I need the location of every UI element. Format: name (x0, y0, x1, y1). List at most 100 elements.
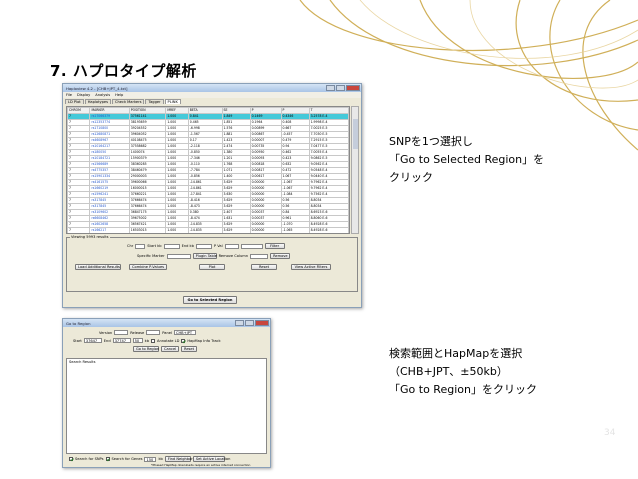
combine-pvalues-button[interactable]: Combine P-Values (129, 264, 167, 270)
chr-input[interactable] (135, 243, 146, 249)
menu-help[interactable]: Help (115, 93, 123, 97)
start-input[interactable] (163, 243, 180, 249)
filter-row-1: Chr Start kb End kb P Val Filter (127, 243, 285, 249)
table-cell: -0.880 (281, 234, 309, 235)
remove-button[interactable]: Remove (270, 253, 291, 259)
minimize-icon[interactable] (235, 320, 244, 326)
start-label: Start (73, 338, 82, 343)
filter-row-2: Specific Marker Plugin Table Remove Colu… (137, 253, 291, 259)
end-label: End (103, 338, 111, 343)
scrollbar-thumb[interactable] (353, 119, 358, 149)
slide-title: 7. ハプロタイプ解析 (50, 62, 197, 80)
search-genes-label: Search for Genes (111, 457, 143, 461)
load-results-button[interactable]: Load Additional Results (75, 264, 121, 270)
dialog-controls (235, 320, 269, 326)
close-icon[interactable] (255, 320, 269, 326)
tab-ld-plot[interactable]: LD Plot (65, 99, 84, 104)
dialog-titlebar[interactable]: Go to Region (63, 319, 270, 327)
minimize-icon[interactable] (326, 85, 335, 91)
dialog-footnote-row: *Phased HapMap downloads require an acti… (151, 463, 250, 467)
end-label: End kb (181, 244, 194, 248)
search-range-unit: kb (158, 457, 163, 461)
panel-select[interactable]: CHB+JPT (173, 330, 196, 335)
tab-haplotypes[interactable]: Haplotypes (84, 99, 111, 104)
plugin-table-button[interactable]: Plugin Table (192, 253, 217, 259)
annotate-ld-checkbox[interactable] (151, 338, 155, 343)
callout-line: 検索範囲とHapMapを選択 (389, 347, 523, 360)
maximize-icon[interactable] (245, 320, 254, 326)
table-cell: 1.629 (222, 234, 250, 235)
filter-legend: Viewing 5993 results (70, 235, 110, 239)
remove-column-select[interactable] (250, 253, 269, 259)
plot-button[interactable]: Plot (199, 264, 225, 270)
menu-file[interactable]: File (66, 93, 72, 97)
table-cell: 0.00001 (250, 234, 281, 235)
remove-column-label: Remove Column (218, 254, 249, 258)
pval-select[interactable] (224, 243, 239, 249)
release-label: Release (130, 330, 145, 335)
dialog-row-3: Go to Region Cancel Reset (133, 346, 197, 352)
close-icon[interactable] (346, 85, 360, 91)
pval-input[interactable] (240, 243, 263, 249)
find-neighbors-button[interactable]: Find Neighbors (164, 456, 195, 462)
hapmap-track-checkbox[interactable] (181, 338, 186, 343)
window-titlebar[interactable]: Haploview 4.2 - [CHB+JPT_4.txt] (63, 84, 361, 92)
search-snps-label: Search for SNPs (75, 457, 104, 461)
tab-strip: LD Plot Haplotypes Check Markers Tagger … (63, 98, 361, 104)
table-cell: rs317465 (90, 234, 129, 235)
callout-line: 「Go to Selected Region」を (389, 153, 545, 166)
end-input[interactable] (195, 243, 212, 249)
start-input[interactable]: 37647 (83, 338, 102, 343)
go-to-region-button[interactable]: Go to Region (133, 346, 159, 352)
kb-label: kb (144, 338, 149, 343)
view-active-filters-button[interactable]: View Active Filters (291, 264, 331, 270)
release-select[interactable] (146, 330, 161, 335)
chr-label: Chr (127, 244, 134, 248)
callout-line: SNPを1つ選択し (389, 135, 473, 148)
callout-select-snp: SNPを1つ選択し 「Go to Selected Region」を クリック (389, 133, 544, 187)
search-range-input[interactable]: 150 (144, 456, 157, 462)
specific-marker-input[interactable] (166, 253, 191, 259)
dialog-row-1: Version Release Panel CHB+JPT (99, 330, 196, 335)
maximize-icon[interactable] (336, 85, 345, 91)
callout-line: クリック (389, 171, 433, 184)
end-input[interactable]: 37747 (112, 338, 131, 343)
tab-plink[interactable]: PLINK (164, 99, 181, 104)
slide: 7. ハプロタイプ解析 Haploview 4.2 - [CHB+JPT_4.t… (0, 0, 638, 479)
search-results-label: Search Results (69, 360, 96, 364)
filter-button[interactable]: Filter (264, 243, 285, 249)
cancel-button[interactable]: Cancel (161, 346, 179, 352)
start-label: Start kb (147, 244, 162, 248)
menu-display[interactable]: Display (77, 93, 90, 97)
table-scrollbar[interactable] (351, 106, 359, 234)
search-results-pane[interactable]: Search Results (66, 358, 267, 454)
tab-tagger[interactable]: Tagger (145, 99, 164, 104)
filter-panel: Viewing 5993 results Chr Start kb End kb… (66, 235, 358, 292)
table-cell: 1.000 (166, 234, 188, 235)
set-active-location-button[interactable]: Set Active Location (192, 456, 230, 462)
dialog-reset-button[interactable]: Reset (181, 346, 197, 352)
haploview-window: Haploview 4.2 - [CHB+JPT_4.txt] File Dis… (62, 83, 362, 308)
dialog-row-4: Search for SNPs Search for Genes 150 kb … (69, 456, 230, 462)
pval-label: P Val (213, 244, 223, 248)
tab-check-markers[interactable]: Check Markers (111, 99, 145, 104)
callout-line: 「Go to Region」をクリック (389, 383, 537, 396)
dialog-title: Go to Region (66, 320, 91, 326)
callout-line: （CHB+JPT、±50kb） (389, 365, 508, 378)
width-input[interactable]: 50 (132, 338, 143, 343)
reset-button[interactable]: Reset (251, 264, 277, 270)
panel-label: Panel (162, 330, 172, 335)
menu-analysis[interactable]: Analysis (95, 93, 110, 97)
search-snps-checkbox[interactable] (69, 457, 73, 461)
version-label: Version (99, 330, 113, 335)
dialog-row-2: Start 37647 End 37747 50 kb Annotate LD … (73, 338, 221, 343)
version-select[interactable] (114, 330, 129, 335)
window-title: Haploview 4.2 - [CHB+JPT_4.txt] (66, 85, 128, 91)
page-number: 34 (604, 428, 616, 438)
results-table[interactable]: CHROM MARKER POSITION MREF BETA SE P P T 7 rs1706… (66, 106, 350, 234)
search-genes-checkbox[interactable] (105, 457, 110, 461)
window-controls (326, 85, 360, 91)
go-to-selected-region-button[interactable]: Go to Selected Region (183, 296, 237, 304)
dialog-footnote: *Phased HapMap downloads require an acti… (151, 463, 251, 467)
table-row[interactable]: 7rs317465369677781.000-8.7411.6290.00001… (68, 234, 349, 235)
